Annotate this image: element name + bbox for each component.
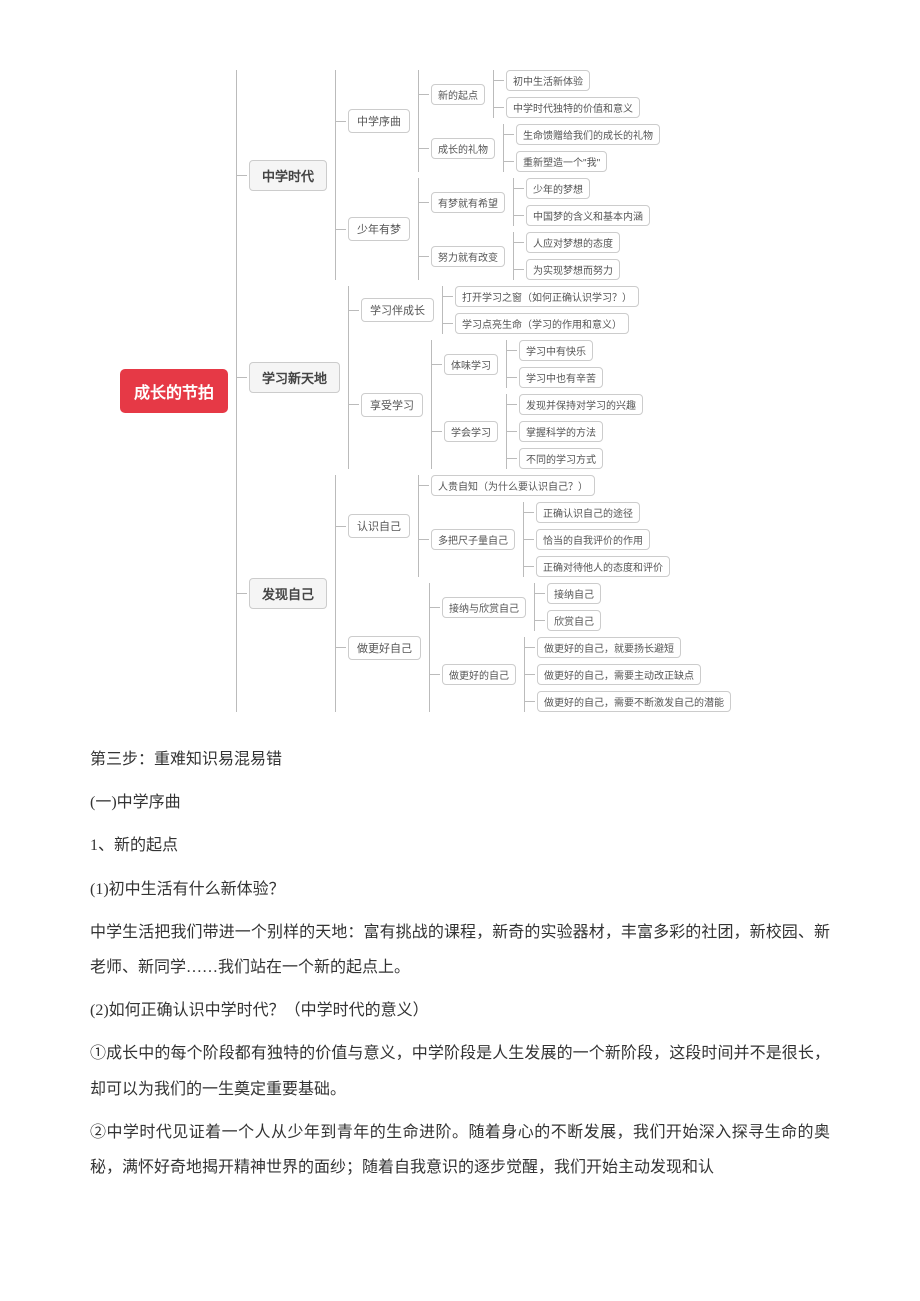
- sub-heading: 1、新的起点: [90, 828, 830, 863]
- leaf: 少年的梦想: [526, 178, 590, 199]
- leaf: 接纳自己: [547, 583, 601, 604]
- leaf: 恰当的自我评价的作用: [536, 529, 650, 550]
- leaf: 初中生活新体验: [506, 70, 590, 91]
- leaf: 做更好的自己，就要扬长避短: [537, 637, 681, 658]
- leaf: 掌握科学的方法: [519, 421, 603, 442]
- node-youth-dream: 少年有梦: [348, 217, 410, 241]
- step-heading: 第三步：重难知识易混易错: [90, 742, 830, 777]
- leaf: 发现并保持对学习的兴趣: [519, 394, 643, 415]
- level1-children: 中学时代 中学序曲 新的起点 初中生活新体验 中学时代独特的价值和意义: [236, 70, 731, 712]
- leaf: 打开学习之窗（如何正确认识学习？）: [455, 286, 639, 307]
- node-growth-gift: 成长的礼物: [431, 138, 495, 159]
- section-heading: (一)中学序曲: [90, 785, 830, 820]
- leaf: 正确对待他人的态度和评价: [536, 556, 670, 577]
- node-new-start: 新的起点: [431, 84, 485, 105]
- node-middle-school-era: 中学时代: [249, 160, 327, 191]
- question: (1)初中生活有什么新体验？: [90, 872, 830, 907]
- node-know-self: 认识自己: [348, 514, 410, 538]
- leaf: 为实现梦想而努力: [526, 259, 620, 280]
- question: (2)如何正确认识中学时代？（中学时代的意义）: [90, 993, 830, 1028]
- paragraph: ②中学时代见证着一个人从少年到青年的生命进阶。随着身心的不断发展，我们开始深入探…: [90, 1115, 830, 1185]
- node-effort: 努力就有改变: [431, 246, 505, 267]
- document-body: 第三步：重难知识易混易错 (一)中学序曲 1、新的起点 (1)初中生活有什么新体…: [90, 742, 830, 1185]
- node-discover-self: 发现自己: [249, 578, 327, 609]
- leaf: 重新塑造一个"我": [516, 151, 607, 172]
- leaf: 欣赏自己: [547, 610, 601, 631]
- leaf: 人贵自知（为什么要认识自己？）: [431, 475, 595, 496]
- mindmap-root: 成长的节拍: [120, 369, 228, 413]
- leaf: 做更好的自己，需要不断激发自己的潜能: [537, 691, 731, 712]
- mindmap-container: 成长的节拍 中学时代 中学序曲 新的起点 初中生活新体验: [120, 70, 830, 712]
- leaf: 中国梦的含义和基本内涵: [526, 205, 650, 226]
- leaf: 学习点亮生命（学习的作用和意义）: [455, 313, 629, 334]
- node-learn-grow: 学习伴成长: [361, 298, 434, 322]
- node-enjoy-learn: 享受学习: [361, 393, 423, 417]
- node-better-self: 做更好自己: [348, 636, 421, 660]
- node-prelude: 中学序曲: [348, 109, 410, 133]
- leaf: 正确认识自己的途径: [536, 502, 640, 523]
- node-be-better: 做更好的自己: [442, 664, 516, 685]
- leaf: 做更好的自己，需要主动改正缺点: [537, 664, 701, 685]
- leaf: 不同的学习方式: [519, 448, 603, 469]
- leaf: 学习中有快乐: [519, 340, 593, 361]
- node-learn-to-learn: 学会学习: [444, 421, 498, 442]
- paragraph: ①成长中的每个阶段都有独特的价值与意义，中学阶段是人生发展的一个新阶段，这段时间…: [90, 1036, 830, 1106]
- leaf: 人应对梦想的态度: [526, 232, 620, 253]
- leaf: 学习中也有辛苦: [519, 367, 603, 388]
- paragraph: 中学生活把我们带进一个别样的天地：富有挑战的课程，新奇的实验器材，丰富多彩的社团…: [90, 915, 830, 985]
- leaf: 生命馈赠给我们的成长的礼物: [516, 124, 660, 145]
- node-accept-self: 接纳与欣赏自己: [442, 597, 526, 618]
- node-taste-learn: 体味学习: [444, 354, 498, 375]
- node-learning-world: 学习新天地: [249, 362, 340, 393]
- node-measure-self: 多把尺子量自己: [431, 529, 515, 550]
- leaf: 中学时代独特的价值和意义: [506, 97, 640, 118]
- node-have-dream: 有梦就有希望: [431, 192, 505, 213]
